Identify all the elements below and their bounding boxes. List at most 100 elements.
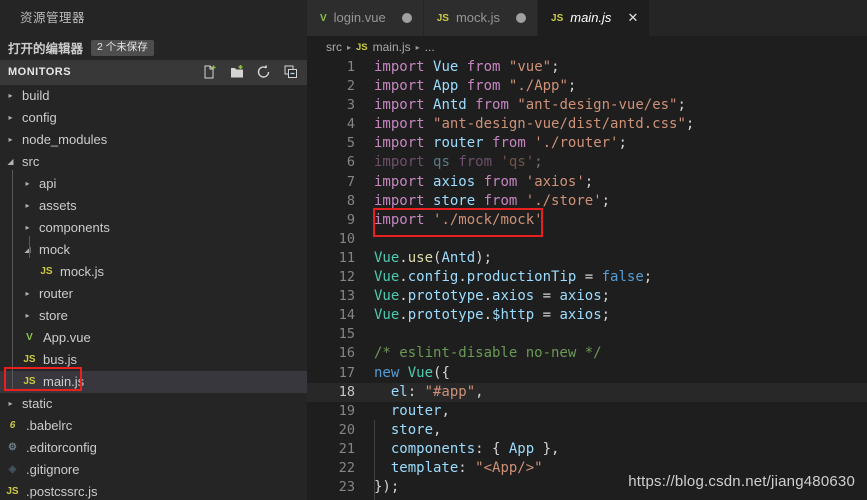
code-line[interactable]: 15	[307, 325, 867, 344]
refresh-icon[interactable]	[256, 64, 272, 80]
code-line[interactable]: 7 import axios from 'axios';	[307, 173, 867, 192]
tree-item-components[interactable]: ▸ components	[0, 217, 307, 239]
tree-item-mock[interactable]: ◢ mock	[0, 239, 307, 261]
tree-item-label: static	[22, 395, 53, 411]
tab-close-icon[interactable]: ✕	[627, 0, 638, 36]
code-token: import	[374, 173, 425, 190]
code-line[interactable]: 6 import qs from 'qs';	[307, 153, 867, 172]
breadcrumb: src ▸ JS main.js ▸...	[307, 36, 867, 58]
breadcrumb-item[interactable]: main.js	[373, 40, 411, 54]
code-line[interactable]: 16 /* eslint-disable no-new */	[307, 344, 867, 363]
code-token: "#app"	[424, 383, 476, 400]
code-token: ;	[601, 192, 611, 209]
tree-item-build[interactable]: ▸ build	[0, 85, 307, 107]
new-folder-icon[interactable]	[229, 64, 245, 80]
chevron-right-icon[interactable]: ▸	[4, 107, 17, 129]
code-token: qs	[433, 154, 450, 171]
open-editors-section-header[interactable]: 打开的编辑器 2 个未保存	[0, 36, 307, 60]
tab-dirty-indicator[interactable]	[516, 13, 527, 23]
tree-item-static[interactable]: ▸ static	[0, 393, 307, 415]
code-line[interactable]: 22 template: "<App/>"	[307, 459, 867, 478]
tree-item-label: .postcssrc.js	[26, 483, 98, 499]
code-token: 'axios'	[525, 173, 585, 190]
code-line[interactable]: 20 store,	[307, 421, 867, 440]
tree-item-editorconfig[interactable]: ⚙ .editorconfig	[0, 437, 307, 459]
tab-dirty-indicator[interactable]	[401, 13, 412, 23]
chevron-right-icon[interactable]: ▸	[21, 173, 34, 195]
project-section-header[interactable]: MONITORS	[0, 59, 307, 85]
code-token: "vue"	[508, 59, 552, 75]
tab-mock-js[interactable]: JS mock.js	[423, 0, 539, 36]
tree-item-app-vue[interactable]: V App.vue	[0, 327, 307, 349]
tree-item-node-modules[interactable]: ▸ node_modules	[0, 129, 307, 151]
tree-item-api[interactable]: ▸ api	[0, 173, 307, 195]
tree-item-babelrc[interactable]: 6 .babelrc	[0, 415, 307, 437]
code-line[interactable]: 12 Vue.config.productionTip = false;	[307, 268, 867, 287]
new-file-icon[interactable]	[202, 64, 218, 80]
breadcrumb-item[interactable]: ...	[425, 40, 435, 54]
code-token: .	[399, 288, 408, 305]
code-line[interactable]: 4 import "ant-design-vue/dist/antd.css";	[307, 115, 867, 134]
tree-item-src[interactable]: ◢ src	[0, 151, 307, 173]
tab-bar-empty-space	[650, 0, 867, 36]
git-file-icon: ◈	[8, 463, 17, 475]
chevron-right-icon[interactable]: ▸	[4, 129, 17, 151]
chevron-right-icon[interactable]: ▸	[21, 305, 34, 327]
code-line[interactable]: 1 import Vue from "vue";	[307, 58, 867, 77]
code-line[interactable]: 21 components: { App },	[307, 440, 867, 459]
chevron-right-icon[interactable]: ▸	[4, 393, 17, 415]
code-line[interactable]: 17 new Vue({	[307, 364, 867, 383]
code-line[interactable]: 2 import App from "./App";	[307, 77, 867, 96]
tree-item-store[interactable]: ▸ store	[0, 305, 307, 327]
javascript-icon: JS	[436, 12, 449, 24]
tree-item-gitignore[interactable]: ◈ .gitignore	[0, 459, 307, 481]
tree-item-postcssrc-js[interactable]: JS .postcssrc.js	[0, 481, 307, 500]
tree-item-assets[interactable]: ▸ assets	[0, 195, 307, 217]
tree-item-mock-js[interactable]: JS mock.js	[0, 261, 307, 283]
file-tree[interactable]: ▸ build ▸ config ▸ node_modules ◢ src ▸ api ▸ asset…	[0, 85, 307, 500]
code-line[interactable]: 14 Vue.prototype.$http = axios;	[307, 306, 867, 325]
code-line[interactable]: 18 el: "#app",	[307, 382, 867, 402]
tree-item-bus-js[interactable]: JS bus.js	[0, 349, 307, 371]
breadcrumb-item[interactable]: src	[326, 40, 342, 54]
code-token: ;	[567, 78, 577, 95]
chevron-right-icon[interactable]: ▸	[4, 85, 17, 107]
tree-item-config[interactable]: ▸ config	[0, 107, 307, 129]
chevron-down-icon[interactable]: ◢	[21, 239, 34, 261]
line-number: 11	[338, 249, 355, 266]
code-token: =	[534, 288, 560, 305]
code-line[interactable]: 19 router,	[307, 402, 867, 421]
code-line-text: template: "<App/>"	[355, 459, 543, 478]
code-line[interactable]: 11 Vue.use(Antd);	[307, 249, 867, 268]
code-token: /* eslint-disable no-new */	[374, 345, 602, 362]
tab-login-vue[interactable]: Vlogin.vue	[307, 0, 424, 36]
code-line[interactable]: 9 import './mock/mock'	[307, 211, 867, 230]
code-token: : {	[475, 440, 509, 457]
code-token: :	[458, 459, 476, 476]
editor-group: Vlogin.vue JS mock.js JS main.js ✕ src ▸ JS main…	[307, 0, 867, 500]
code-editor[interactable]: 1 import Vue from "vue"; 2 import App from …	[307, 58, 867, 500]
line-number: 2	[346, 78, 355, 95]
chevron-right-icon[interactable]: ▸	[21, 217, 34, 239]
js-file-icon: JS	[23, 353, 36, 365]
code-line-text: });	[355, 478, 399, 497]
code-line[interactable]: 10	[307, 230, 867, 249]
tree-item-router[interactable]: ▸ router	[0, 283, 307, 305]
chevron-right-icon[interactable]: ▸	[21, 195, 34, 217]
code-line[interactable]: 5 import router from './router';	[307, 134, 867, 153]
code-line[interactable]: 23});	[307, 478, 867, 497]
tab-main-js[interactable]: JS main.js ✕	[538, 0, 651, 36]
tree-item-label: bus.js	[43, 351, 77, 367]
chevron-down-icon[interactable]: ◢	[4, 151, 17, 173]
code-line[interactable]: 8 import store from './store';	[307, 192, 867, 211]
chevron-right-icon[interactable]: ▸	[21, 283, 34, 305]
code-line[interactable]: 3 import Antd from "ant-design-vue/es";	[307, 96, 867, 115]
collapse-all-icon[interactable]	[283, 64, 299, 80]
code-line[interactable]: 13 Vue.prototype.axios = axios;	[307, 287, 867, 306]
tree-item-main-js[interactable]: JS main.js	[0, 370, 307, 393]
